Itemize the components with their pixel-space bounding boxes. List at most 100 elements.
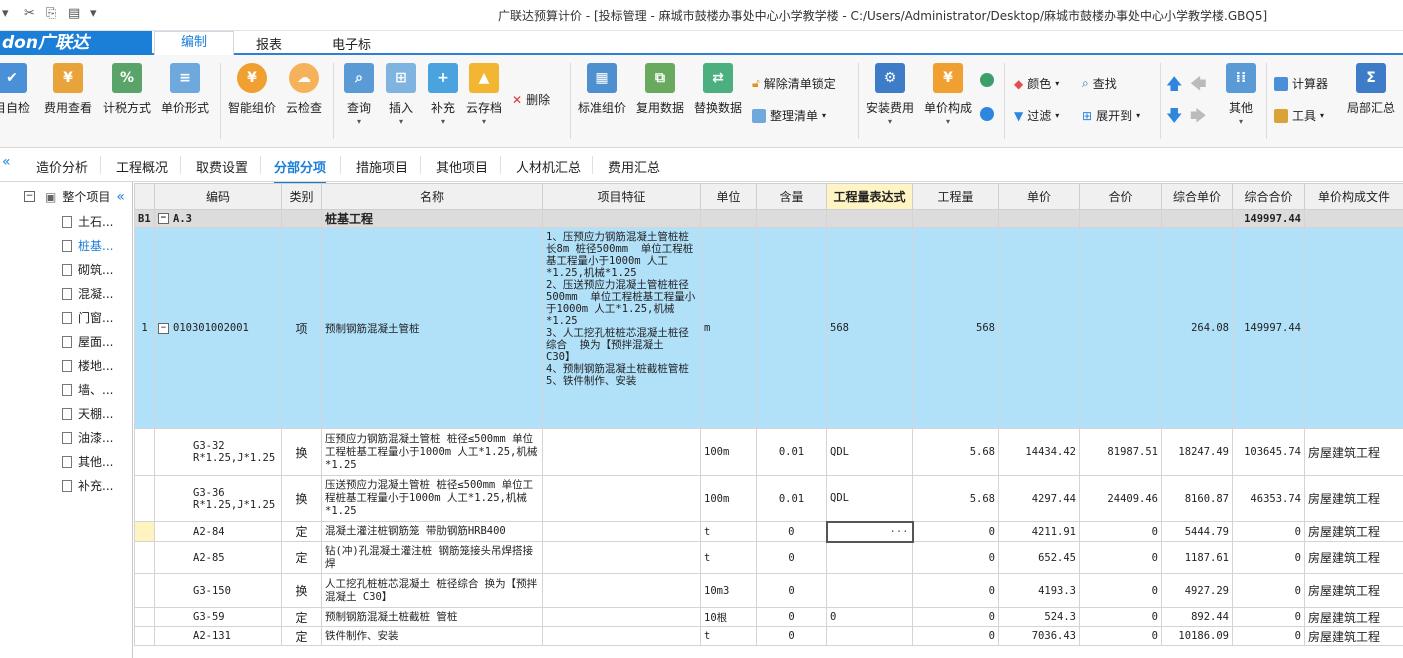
item-name[interactable]: 预制钢筋混凝土管桩 [321, 227, 543, 429]
group-row[interactable]: B1 − A.3 桩基工程 149997.44 [134, 209, 1403, 228]
quota-content[interactable]: 0.01 [756, 475, 827, 522]
quota-type[interactable]: 定 [281, 626, 322, 646]
delete-button[interactable]: ✕ 删除 [512, 91, 550, 108]
tree-root[interactable]: − ▣ 整个项目 « [24, 188, 125, 205]
other-button[interactable]: ⁞⁞ 其他 ▾ [1226, 63, 1256, 126]
self-check-button[interactable]: ✔ 目自检 [0, 63, 30, 116]
quota-expr[interactable] [826, 626, 913, 646]
tab-labor-material-summary[interactable]: 人材机汇总 [516, 157, 581, 176]
tab-fee-summary[interactable]: 费用汇总 [608, 157, 660, 176]
quota-code[interactable]: G3-36 R*1.25,J*1.25 [154, 475, 282, 522]
tab-measures[interactable]: 措施项目 [356, 157, 408, 176]
quota-qty[interactable]: 0 [912, 521, 999, 542]
quota-row[interactable]: G3-32 R*1.25,J*1.25 换 压预应力钢筋混凝土管桩 桩径≤500m… [134, 428, 1403, 476]
color-button[interactable]: ◆ 颜色 ▾ [1014, 75, 1059, 92]
quota-qty[interactable]: 5.68 [912, 475, 999, 522]
quota-feature[interactable] [542, 428, 701, 476]
cloud-check-button[interactable]: ☁ 云检查 [286, 63, 322, 116]
quota-content[interactable]: 0 [756, 607, 827, 627]
standard-price-button[interactable] [980, 73, 994, 87]
header-qty-expression[interactable]: 工程量表达式 [826, 183, 913, 210]
quota-unit[interactable]: 100m [700, 475, 757, 522]
quota-code[interactable]: G3-150 [154, 573, 282, 608]
collapse-tree-icon[interactable]: « [116, 189, 125, 205]
item-price-file[interactable] [1304, 227, 1403, 429]
install-fee-button[interactable]: ⚙ 安装费用 ▾ [866, 63, 914, 126]
collapse-icon[interactable]: − [24, 191, 35, 202]
quota-price-file[interactable]: 房屋建筑工程 [1304, 626, 1403, 646]
quota-content[interactable]: 0 [756, 626, 827, 646]
header-comp-total[interactable]: 综合合价 [1232, 183, 1305, 210]
tab-other-items[interactable]: 其他项目 [436, 157, 488, 176]
bill-item-row[interactable]: 1 −010301002001 项 预制钢筋混凝土管桩 1、压预应力钢筋混凝土管… [134, 227, 1403, 429]
quota-expr[interactable]: QDL [826, 475, 913, 522]
header-code[interactable]: 编码 [154, 183, 282, 210]
quota-unit-price[interactable]: 4193.3 [998, 573, 1080, 608]
quota-row[interactable]: G3-59 定 预制钢筋混凝土桩截桩 管桩 10根 0 0 0 524.3 0 … [134, 607, 1403, 627]
quota-code[interactable]: A2-84 [154, 521, 282, 542]
quota-unit-price[interactable]: 4211.91 [998, 521, 1080, 542]
quota-expr[interactable] [826, 541, 913, 574]
quota-type[interactable]: 定 [281, 541, 322, 574]
tree-item[interactable]: 补充... [62, 477, 113, 494]
header-feature[interactable]: 项目特征 [542, 183, 701, 210]
move-right-icon[interactable]: 🡆︎ [1190, 105, 1207, 132]
replace-data-button[interactable]: ⇄ 替换数据 [694, 63, 742, 116]
unlock-list-button[interactable]: 🔓︎ 解除清单锁定 [752, 75, 836, 92]
tree-item[interactable]: 墙、... [62, 381, 113, 398]
supplement-button[interactable]: + 补充 ▾ [428, 63, 458, 126]
group-code-cell[interactable]: − A.3 [154, 209, 282, 228]
fee-button[interactable] [980, 107, 994, 121]
quota-row[interactable]: A2-84 定 混凝土灌注桩钢筋笼 带肋钢筋HRB400 t 0 ··· 0 4… [134, 520, 1403, 543]
smart-pricing-button[interactable]: ¥ 智能组价 [228, 63, 276, 116]
tree-item-selected[interactable]: 桩基... [62, 237, 113, 254]
quota-unit[interactable]: 10根 [700, 607, 757, 627]
quota-type[interactable]: 换 [281, 475, 322, 522]
tree-item[interactable]: 土石... [62, 213, 113, 230]
tree-item[interactable]: 其他... [62, 453, 113, 470]
quota-name[interactable]: 钻(冲)孔混凝土灌注桩 钢筋笼接头吊焊搭接焊 [321, 541, 543, 574]
quota-unit[interactable]: 10m3 [700, 573, 757, 608]
tax-method-button[interactable]: % 计税方式 [103, 63, 151, 116]
item-feature[interactable]: 1、压预应力钢筋混凝土管桩桩长8m 桩径500mm 单位工程桩基工程量小于100… [542, 227, 701, 429]
standard-pricing-button[interactable]: ▦ 标准组价 [578, 63, 626, 116]
quota-type[interactable]: 换 [281, 573, 322, 608]
quota-feature[interactable] [542, 626, 701, 646]
quota-feature[interactable] [542, 475, 701, 522]
quota-qty[interactable]: 5.68 [912, 428, 999, 476]
quota-qty[interactable]: 0 [912, 626, 999, 646]
header-unit-price[interactable]: 单价 [998, 183, 1080, 210]
quota-content[interactable]: 0.01 [756, 428, 827, 476]
calculator-button[interactable]: 计算器 [1274, 75, 1328, 92]
quota-name[interactable]: 压预应力钢筋混凝土管桩 桩径≤500mm 单位工程桩基工程量小于1000m 人工… [321, 428, 543, 476]
quota-row[interactable]: A2-85 定 钻(冲)孔混凝土灌注桩 钢筋笼接头吊焊搭接焊 t 0 0 652… [134, 541, 1403, 574]
quota-row[interactable]: A2-131 定 铁件制作、安装 t 0 0 7036.43 0 10186.0… [134, 626, 1403, 646]
header-content[interactable]: 含量 [756, 183, 827, 210]
header-total[interactable]: 合价 [1079, 183, 1162, 210]
expand-to-button[interactable]: ⊞ 展开到 ▾ [1082, 107, 1140, 124]
unit-price-form-button[interactable]: ≡ 单价形式 [161, 63, 209, 116]
header-price-file[interactable]: 单价构成文件 [1304, 183, 1403, 210]
group-name[interactable]: 桩基工程 [321, 209, 543, 228]
quota-unit[interactable]: t [700, 626, 757, 646]
quota-code[interactable]: G3-32 R*1.25,J*1.25 [154, 428, 282, 476]
quota-feature[interactable] [542, 541, 701, 574]
header-unit[interactable]: 单位 [700, 183, 757, 210]
quota-unit-price[interactable]: 524.3 [998, 607, 1080, 627]
dropdown-icon[interactable]: ▾ [2, 6, 9, 21]
menu-tab-ebid[interactable]: 电子标 [332, 34, 371, 53]
cloud-save-button[interactable]: ▲ 云存档 ▾ [466, 63, 502, 126]
quota-unit-price[interactable]: 4297.44 [998, 475, 1080, 522]
quota-code[interactable]: A2-85 [154, 541, 282, 574]
quota-qty[interactable]: 0 [912, 541, 999, 574]
paste-icon[interactable]: ▤ [68, 6, 80, 21]
quota-name[interactable]: 压送预应力混凝土管桩 桩径≤500mm 单位工程桩基工程量小于1000m 人工*… [321, 475, 543, 522]
quota-price-file[interactable]: 房屋建筑工程 [1304, 521, 1403, 542]
quota-unit-price[interactable]: 14434.42 [998, 428, 1080, 476]
reuse-data-button[interactable]: ⧉ 复用数据 [636, 63, 684, 116]
collapse-panel-icon[interactable]: « [2, 154, 11, 170]
item-code-cell[interactable]: −010301002001 [154, 227, 282, 429]
quota-price-file[interactable]: 房屋建筑工程 [1304, 541, 1403, 574]
tree-item[interactable]: 天棚... [62, 405, 113, 422]
quota-content[interactable]: 0 [756, 541, 827, 574]
